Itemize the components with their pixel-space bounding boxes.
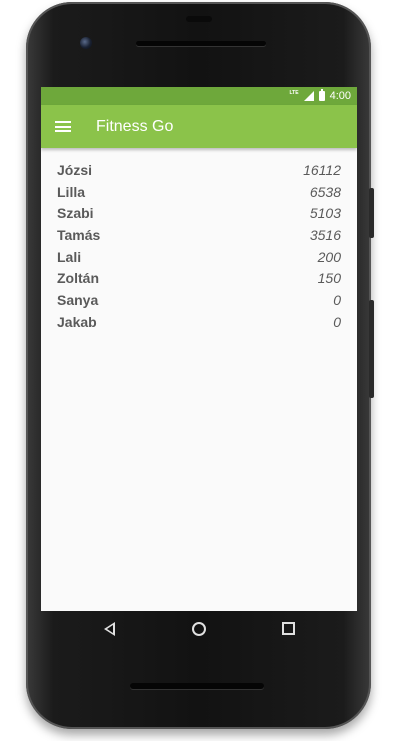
list-item[interactable]: Józsi 16112 <box>41 159 357 181</box>
home-circle-icon[interactable] <box>192 622 206 636</box>
player-score: 0 <box>333 313 341 330</box>
list-item[interactable]: Szabi 5103 <box>41 202 357 224</box>
signal-icon <box>303 91 314 101</box>
recents-square-icon[interactable] <box>282 622 295 635</box>
player-name: Jakab <box>57 313 97 330</box>
list-item[interactable]: Tamás 3516 <box>41 224 357 246</box>
status-time: 4:00 <box>329 90 351 102</box>
app-screen: LTE 4:00 Fitness Go Józsi 16112 Lilla 65… <box>41 87 357 611</box>
battery-icon <box>318 89 325 101</box>
player-name: Józsi <box>57 161 93 178</box>
bottom-speaker <box>130 683 264 689</box>
player-score: 150 <box>317 270 341 287</box>
player-name: Zoltán <box>57 270 99 287</box>
player-name: Sanya <box>57 291 99 308</box>
player-score: 6538 <box>309 183 341 200</box>
volume-button <box>369 300 374 398</box>
back-triangle-icon[interactable] <box>104 622 115 636</box>
player-score: 16112 <box>303 161 341 178</box>
player-name: Szabi <box>57 205 94 222</box>
player-score: 200 <box>317 248 341 265</box>
power-button <box>369 188 374 238</box>
lte-label: LTE <box>289 90 299 96</box>
player-score: 0 <box>333 291 341 308</box>
app-bar: Fitness Go <box>41 105 357 148</box>
player-name: Lali <box>57 248 82 265</box>
list-item[interactable]: Lilla 6538 <box>41 181 357 203</box>
player-name: Lilla <box>57 183 86 200</box>
hamburger-menu-icon[interactable] <box>55 121 71 132</box>
player-score: 3516 <box>309 226 341 243</box>
player-score: 5103 <box>309 205 341 222</box>
list-item[interactable]: Zoltán 150 <box>41 267 357 289</box>
front-camera-icon <box>80 37 92 49</box>
list-item[interactable]: Sanya 0 <box>41 289 357 311</box>
earpiece-sensor <box>186 16 212 22</box>
app-title: Fitness Go <box>96 117 174 135</box>
top-speaker <box>136 41 266 46</box>
status-bar: LTE 4:00 <box>41 87 357 105</box>
list-item[interactable]: Jakab 0 <box>41 311 357 333</box>
list-item[interactable]: Lali 200 <box>41 246 357 268</box>
player-name: Tamás <box>57 226 101 243</box>
leaderboard-list: Józsi 16112 Lilla 6538 Szabi 5103 Tamás … <box>41 148 357 333</box>
